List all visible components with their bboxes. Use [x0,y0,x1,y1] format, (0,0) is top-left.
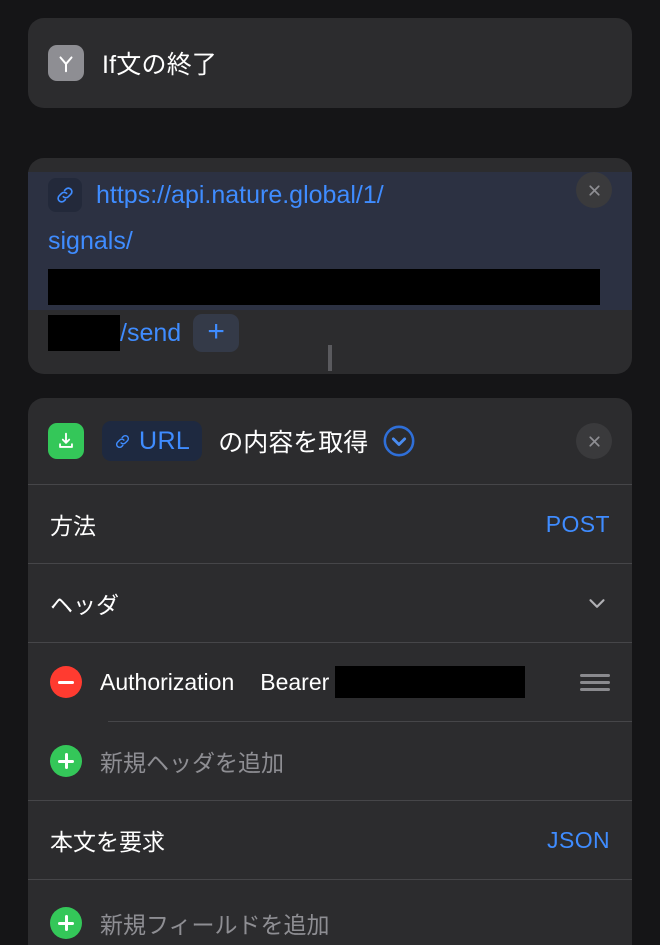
if-branch-icon [48,45,84,81]
row-method[interactable]: 方法 POST [28,485,632,563]
method-value[interactable]: POST [546,511,610,538]
link-icon [115,434,130,448]
redacted-url-segment [48,269,600,305]
row-headers[interactable]: ヘッダ [28,564,632,642]
plus-icon: + [207,314,225,348]
url-line-2[interactable]: signals/ [28,218,632,264]
redacted-header-value[interactable] [335,666,526,698]
url-line-1[interactable]: https://api.nature.global/1/ [28,172,632,218]
row-request-body[interactable]: 本文を要求 JSON [28,801,632,879]
headers-label: ヘッダ [50,592,119,618]
url-token-label: URL [139,426,191,455]
get-contents-close-button[interactable] [576,423,612,459]
add-field-label: 新規フィールドを追加 [100,912,330,938]
get-contents-header[interactable]: URL の内容を取得 [28,398,632,484]
link-icon [48,178,82,212]
url-variable-token[interactable]: URL [102,421,203,461]
minus-icon [58,680,74,684]
url-suffix-text: /send [120,318,182,347]
method-label: 方法 [50,513,96,539]
action-card-url-field[interactable]: https://api.nature.global/1/ signals/ /s… [28,158,632,374]
url-text-line-1: https://api.nature.global/1/ [96,180,384,209]
get-contents-title: の内容を取得 [218,429,369,457]
url-add-variable-button[interactable]: + [193,314,240,352]
reorder-handle-icon[interactable] [580,673,610,691]
redacted-url-segment-short [48,315,120,351]
request-body-label: 本文を要求 [50,829,165,855]
chevron-down-icon[interactable] [584,590,610,616]
row-add-header[interactable]: 新規ヘッダを追加 [28,722,632,800]
add-header-button[interactable] [50,745,82,777]
url-text-line-2: signals/ [48,226,133,255]
header-key[interactable]: Authorization [100,669,234,696]
header-scheme[interactable]: Bearer [260,669,329,696]
row-header-authorization[interactable]: Authorization Bearer [28,643,632,721]
url-card-close-button[interactable] [576,172,612,208]
plus-icon-v [64,753,68,769]
plus-icon-v [64,915,68,931]
action-connector-line [328,345,332,371]
url-line-3-redacted[interactable] [28,264,632,310]
action-card-get-contents-of-url[interactable]: URL の内容を取得 方法 POST ヘッダ Authorization Bea… [28,398,632,945]
add-header-label: 新規ヘッダを追加 [100,750,284,776]
chevron-down-circle-icon[interactable] [382,424,416,458]
row-add-field[interactable]: 新規フィールドを追加 [28,880,632,945]
remove-header-button[interactable] [50,666,82,698]
add-field-button[interactable] [50,907,82,939]
shortcuts-editor-screen: If文の終了 https://api.nature.global/1/ sign… [0,0,660,945]
request-body-value[interactable]: JSON [547,827,610,854]
download-icon [48,423,84,459]
end-if-label: If文の終了 [102,51,218,79]
action-card-end-if[interactable]: If文の終了 [28,18,632,108]
